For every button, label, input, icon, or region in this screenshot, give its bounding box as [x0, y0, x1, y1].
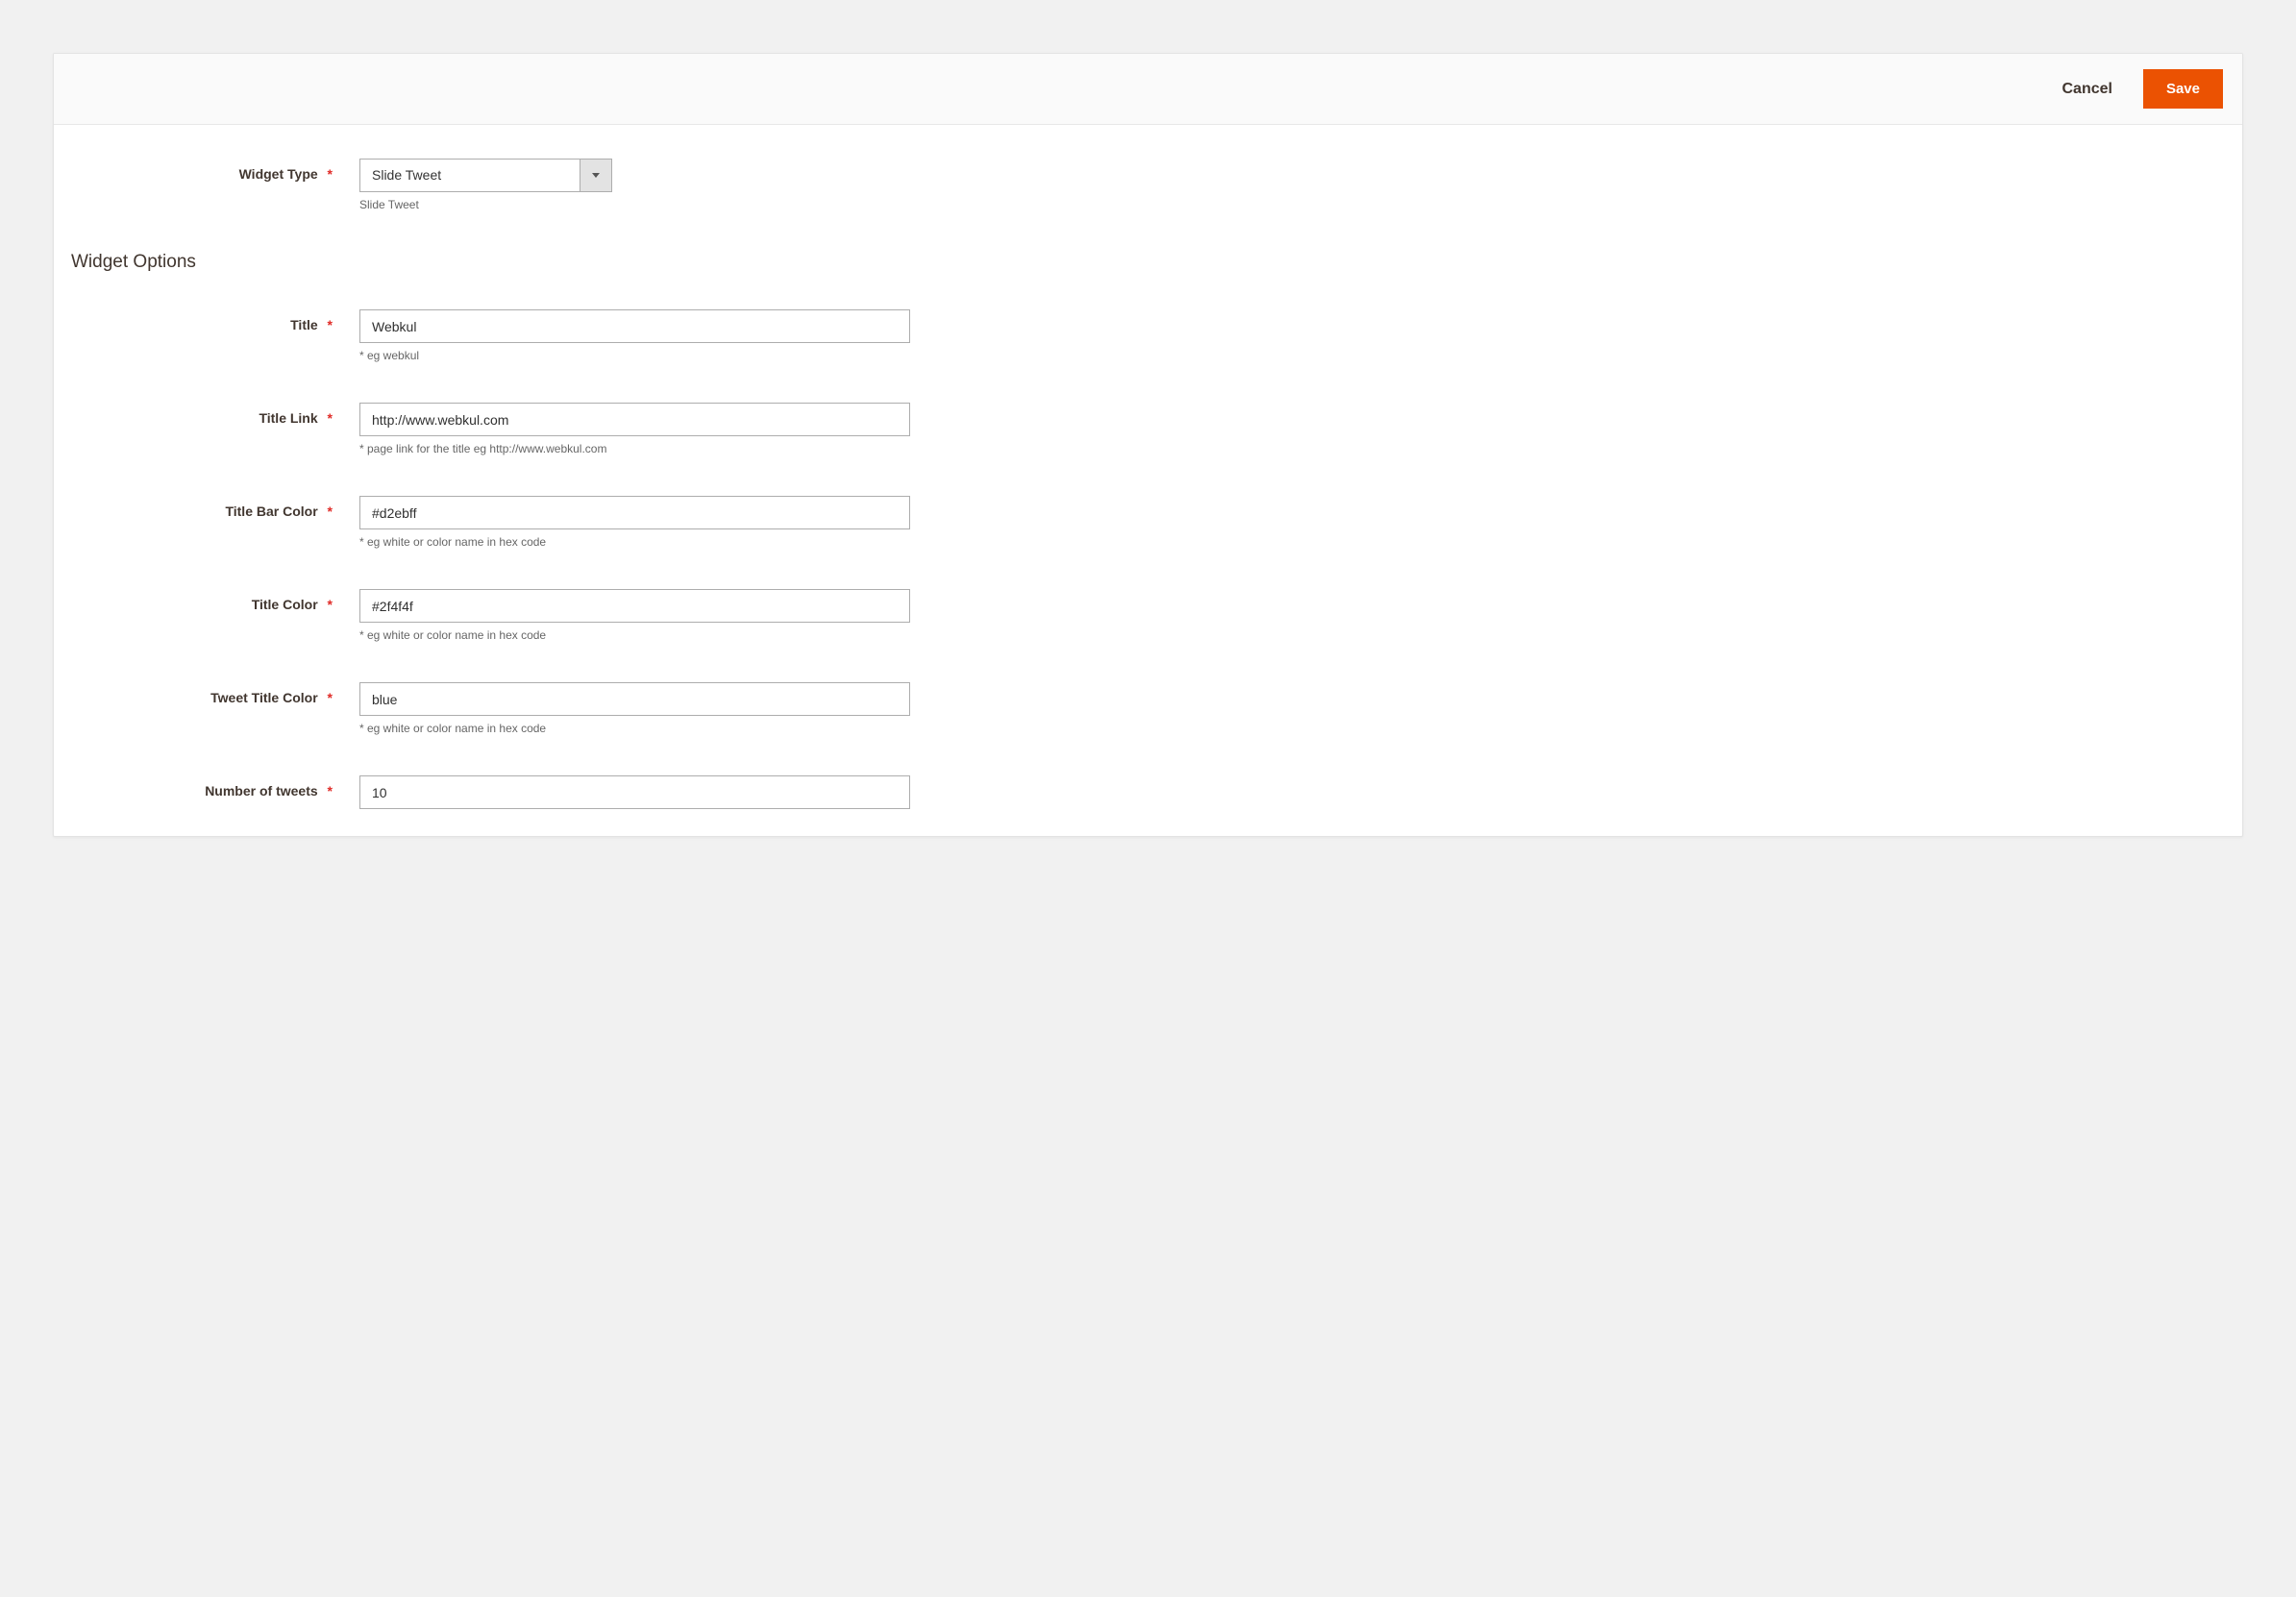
- tweet-title-color-control: * eg white or color name in hex code: [359, 682, 910, 735]
- required-mark: *: [328, 597, 333, 612]
- widget-type-select[interactable]: Slide Tweet: [359, 159, 612, 192]
- title-link-label: Title Link *: [71, 403, 359, 455]
- action-bar: Cancel Save: [54, 54, 2242, 125]
- number-of-tweets-row: Number of tweets *: [71, 775, 2225, 809]
- widget-type-toggle[interactable]: [580, 159, 612, 192]
- title-bar-color-label: Title Bar Color *: [71, 496, 359, 549]
- label-text: Title Color: [252, 597, 318, 612]
- title-bar-color-row: Title Bar Color * * eg white or color na…: [71, 496, 2225, 549]
- label-text: Title Bar Color: [225, 504, 317, 519]
- tweet-title-color-input[interactable]: [359, 682, 910, 716]
- required-mark: *: [328, 166, 333, 182]
- title-link-control: * page link for the title eg http://www.…: [359, 403, 910, 455]
- required-mark: *: [328, 410, 333, 426]
- cancel-button[interactable]: Cancel: [2058, 73, 2115, 106]
- widget-type-value: Slide Tweet: [359, 159, 580, 192]
- required-mark: *: [328, 783, 333, 798]
- title-color-row: Title Color * * eg white or color name i…: [71, 589, 2225, 642]
- save-button[interactable]: Save: [2143, 69, 2223, 109]
- title-link-hint: * page link for the title eg http://www.…: [359, 442, 910, 455]
- title-color-input[interactable]: [359, 589, 910, 623]
- tweet-title-color-label: Tweet Title Color *: [71, 682, 359, 735]
- title-control: * eg webkul: [359, 309, 910, 362]
- widget-type-hint: Slide Tweet: [359, 198, 612, 211]
- number-of-tweets-input[interactable]: [359, 775, 910, 809]
- widget-type-row: Widget Type * Slide Tweet Slide Tweet: [71, 159, 2225, 211]
- title-color-hint: * eg white or color name in hex code: [359, 628, 910, 642]
- label-text: Number of tweets: [205, 783, 317, 798]
- label-text: Title: [290, 317, 318, 332]
- title-bar-color-input[interactable]: [359, 496, 910, 529]
- widget-type-control: Slide Tweet Slide Tweet: [359, 159, 612, 211]
- label-text: Title Link: [259, 410, 317, 426]
- required-mark: *: [328, 317, 333, 332]
- widget-options-heading: Widget Options: [71, 252, 2225, 273]
- number-of-tweets-label: Number of tweets *: [71, 775, 359, 809]
- tweet-title-color-row: Tweet Title Color * * eg white or color …: [71, 682, 2225, 735]
- title-link-row: Title Link * * page link for the title e…: [71, 403, 2225, 455]
- title-input[interactable]: [359, 309, 910, 343]
- tweet-title-color-hint: * eg white or color name in hex code: [359, 722, 910, 735]
- title-color-label: Title Color *: [71, 589, 359, 642]
- label-text: Widget Type: [239, 166, 318, 182]
- widget-type-label: Widget Type *: [71, 159, 359, 211]
- admin-panel: Cancel Save Widget Type * Slide Tweet Sl…: [53, 53, 2243, 837]
- title-bar-color-control: * eg white or color name in hex code: [359, 496, 910, 549]
- caret-down-icon: [592, 173, 600, 178]
- label-text: Tweet Title Color: [210, 690, 318, 705]
- form-content: Widget Type * Slide Tweet Slide Tweet Wi…: [54, 125, 2242, 809]
- number-of-tweets-control: [359, 775, 910, 809]
- title-hint: * eg webkul: [359, 349, 910, 362]
- required-mark: *: [328, 504, 333, 519]
- title-label: Title *: [71, 309, 359, 362]
- required-mark: *: [328, 690, 333, 705]
- title-color-control: * eg white or color name in hex code: [359, 589, 910, 642]
- title-row: Title * * eg webkul: [71, 309, 2225, 362]
- title-bar-color-hint: * eg white or color name in hex code: [359, 535, 910, 549]
- title-link-input[interactable]: [359, 403, 910, 436]
